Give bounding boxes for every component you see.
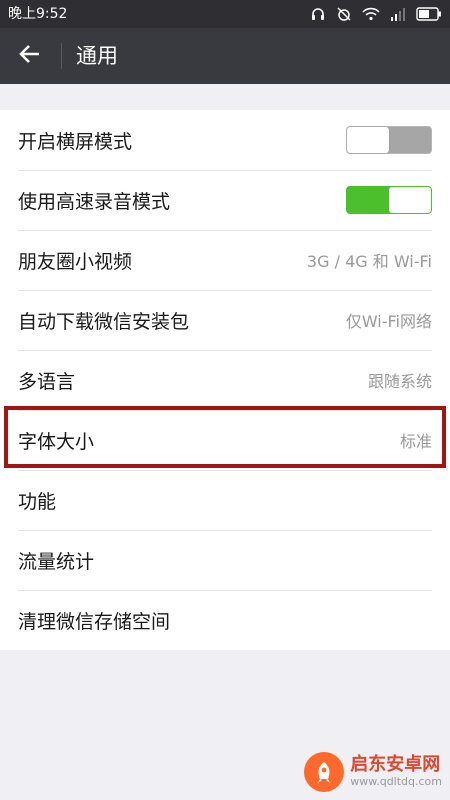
- setting-label: 使用高速录音模式: [18, 190, 171, 213]
- setting-label: 清理微信存储空间: [18, 610, 171, 633]
- wifi-icon: [362, 7, 380, 21]
- watermark: 启东安卓网 www.qdltdq.com: [304, 752, 442, 792]
- status-bar: 晚上9:52: [0, 0, 450, 28]
- setting-landscape-mode[interactable]: 开启横屏模式: [0, 110, 450, 170]
- landscape-mode-toggle[interactable]: [346, 126, 432, 154]
- watermark-title: 启东安卓网: [350, 754, 441, 775]
- setting-language[interactable]: 多语言 跟随系统: [0, 350, 450, 410]
- watermark-logo-icon: [304, 752, 345, 792]
- watermark-url: www.qdltdq.com: [350, 775, 442, 788]
- setting-label: 多语言: [18, 370, 76, 393]
- setting-label: 朋友圈小视频: [18, 250, 133, 273]
- setting-label: 功能: [18, 490, 57, 513]
- setting-value: 跟随系统: [367, 372, 432, 391]
- setting-moments-video[interactable]: 朋友圈小视频 3G / 4G 和 Wi-Fi: [0, 230, 450, 290]
- headphones-icon: [310, 6, 326, 22]
- high-speed-recording-toggle[interactable]: [346, 186, 432, 214]
- status-icons: [310, 4, 442, 24]
- setting-features[interactable]: 功能: [0, 470, 450, 530]
- status-time: 晚上9:52: [8, 6, 68, 22]
- setting-font-size[interactable]: 字体大小 标准: [0, 410, 450, 470]
- setting-clear-storage[interactable]: 清理微信存储空间: [0, 590, 450, 650]
- setting-value: 仅Wi-Fi网络: [345, 312, 432, 331]
- setting-label: 字体大小: [18, 430, 95, 453]
- settings-list: 开启横屏模式 使用高速录音模式 朋友圈小视频 3G / 4G 和 Wi-Fi 自…: [0, 110, 450, 650]
- alarm-off-icon: [336, 6, 352, 22]
- toggle-knob: [347, 127, 389, 153]
- app-header: 通用: [0, 28, 450, 84]
- back-button[interactable]: [14, 40, 46, 72]
- setting-data-usage[interactable]: 流量统计: [0, 530, 450, 590]
- setting-auto-download[interactable]: 自动下载微信安装包 仅Wi-Fi网络: [0, 290, 450, 350]
- back-arrow-icon: [18, 42, 42, 70]
- header-divider: [61, 43, 62, 69]
- setting-label: 自动下载微信安装包: [18, 310, 190, 333]
- setting-value: 标准: [399, 432, 432, 451]
- setting-high-speed-recording[interactable]: 使用高速录音模式: [0, 170, 450, 230]
- setting-value: 3G / 4G 和 Wi-Fi: [306, 252, 432, 271]
- signal-icon: [390, 7, 406, 21]
- battery-icon: [416, 7, 442, 21]
- page-title: 通用: [76, 44, 118, 68]
- watermark-text: 启东安卓网 www.qdltdq.com: [350, 755, 442, 789]
- setting-label: 流量统计: [18, 550, 95, 573]
- toggle-knob: [389, 187, 431, 213]
- setting-label: 开启横屏模式: [18, 130, 133, 153]
